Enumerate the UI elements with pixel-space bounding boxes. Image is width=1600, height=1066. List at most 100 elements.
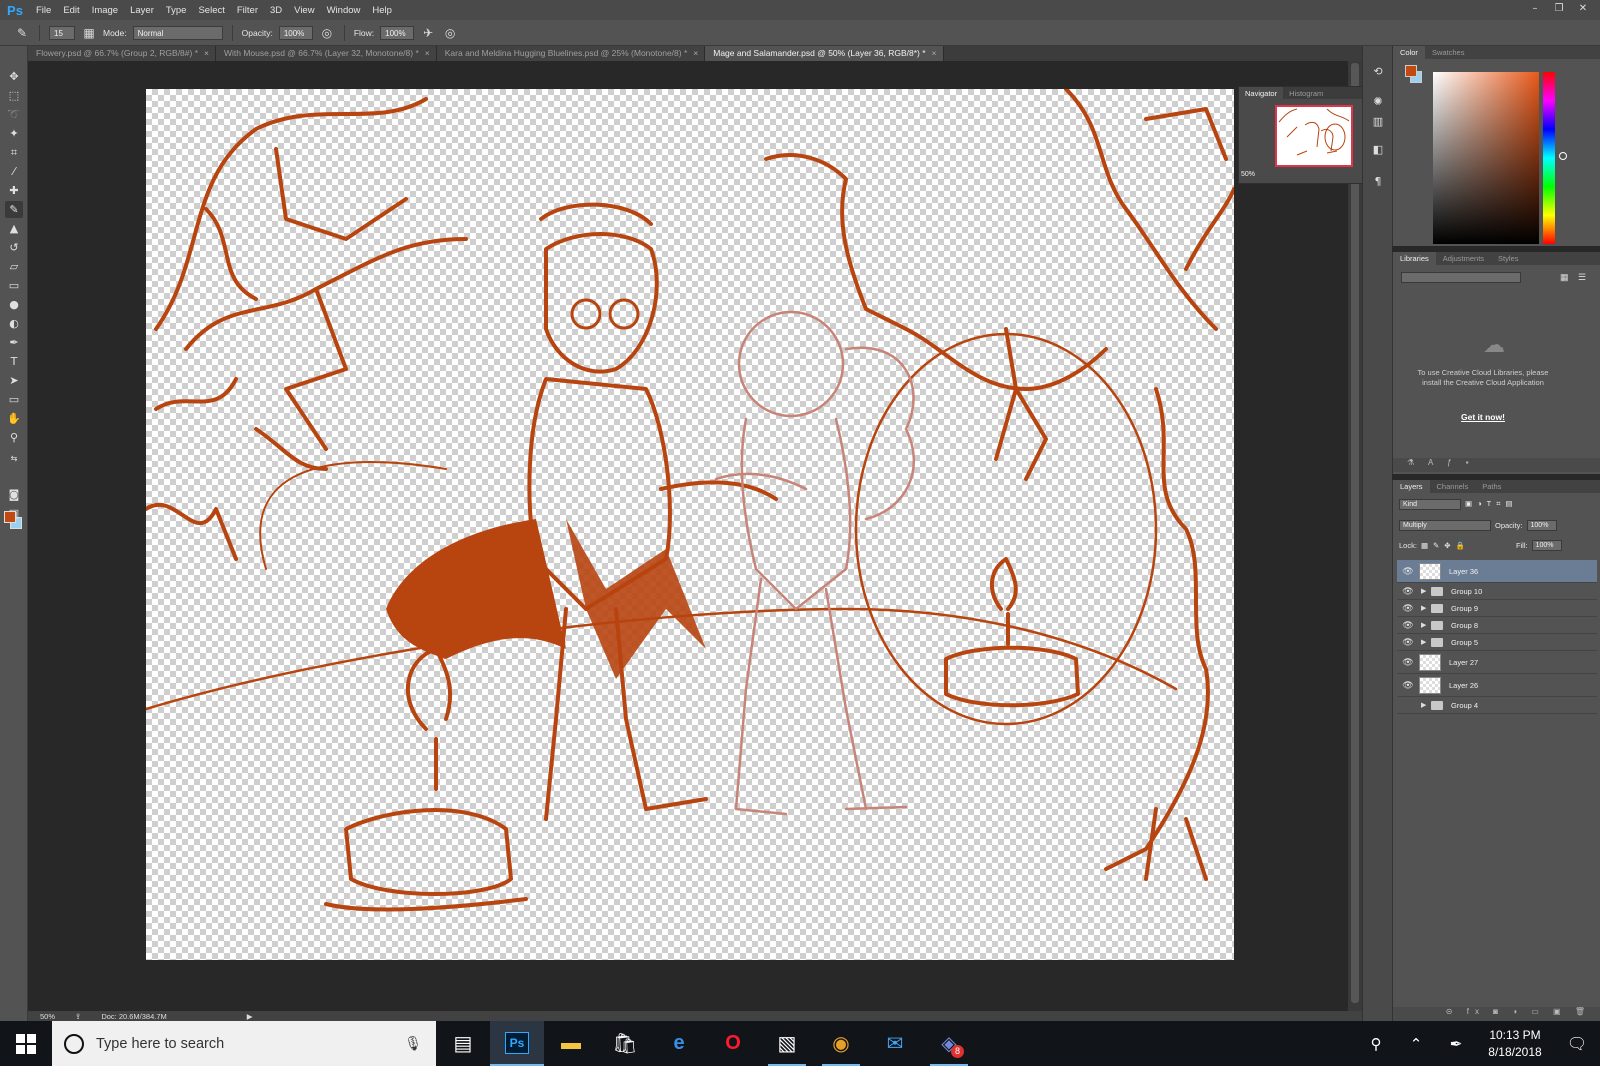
- quick-mask-icon[interactable]: ◙: [5, 486, 23, 503]
- grid-view-icon[interactable]: ▦: [1560, 272, 1570, 282]
- history-panel-icon[interactable]: ⟲: [1370, 64, 1386, 80]
- menu-edit[interactable]: Edit: [57, 5, 85, 16]
- history-brush-tool-icon[interactable]: ↺: [5, 239, 23, 256]
- canvas[interactable]: [146, 89, 1234, 960]
- dodge-tool-icon[interactable]: ◐: [5, 315, 23, 332]
- menu-3d[interactable]: 3D: [264, 5, 288, 16]
- tab-close-icon[interactable]: ×: [204, 48, 209, 58]
- expand-arrow-icon[interactable]: ▶: [1421, 621, 1431, 629]
- layer-name[interactable]: Group 5: [1451, 638, 1478, 647]
- healing-brush-tool-icon[interactable]: ✚: [5, 182, 23, 199]
- layer-filter-kind[interactable]: Kind: [1399, 498, 1461, 510]
- filter-icons[interactable]: ▣◑T⌗▤: [1465, 499, 1518, 509]
- flow-field[interactable]: 100%: [380, 25, 415, 40]
- share-icon[interactable]: ⇪: [75, 1012, 81, 1021]
- layer-row[interactable]: 👁 Layer 26: [1397, 674, 1597, 697]
- brush-settings-icon[interactable]: ✺: [1370, 94, 1386, 110]
- tab-styles[interactable]: Styles: [1491, 252, 1525, 265]
- chrome-icon[interactable]: ◉: [814, 1021, 868, 1066]
- layer-fill-field[interactable]: 100%: [1531, 539, 1562, 551]
- zoom-tool-icon[interactable]: ⚲: [5, 429, 23, 446]
- tab-kara-meldina[interactable]: Kara and Meldina Hugging Bluelines.psd @…: [436, 46, 706, 61]
- brush-tool-preset-icon[interactable]: ✎: [14, 25, 30, 41]
- mode-select[interactable]: Normal: [132, 25, 223, 40]
- libraries-footer-icons[interactable]: ⚗ A ƒ ▪: [1393, 458, 1600, 472]
- foreground-color-swatch[interactable]: [4, 511, 16, 523]
- magic-wand-tool-icon[interactable]: ✦: [5, 125, 23, 142]
- opera-icon[interactable]: O: [706, 1021, 760, 1066]
- layer-name[interactable]: Group 4: [1451, 701, 1478, 710]
- tab-layers[interactable]: Layers: [1393, 480, 1430, 493]
- move-tool-icon[interactable]: ✥: [5, 68, 23, 85]
- layer-row[interactable]: 👁 Layer 36: [1397, 560, 1597, 583]
- layers-footer-icons[interactable]: ⊝ fx ◙ ◑ ▭ ▣ 🗑: [1393, 1007, 1600, 1021]
- photoshop-icon[interactable]: Ps: [490, 1021, 544, 1066]
- tab-close-icon[interactable]: ×: [932, 48, 937, 58]
- list-view-icon[interactable]: ☰: [1578, 272, 1588, 282]
- visibility-eye-icon[interactable]: 👁: [1397, 657, 1419, 668]
- menu-filter[interactable]: Filter: [231, 5, 264, 16]
- pressure-size-icon[interactable]: ◎: [442, 25, 458, 41]
- menu-layer[interactable]: Layer: [124, 5, 160, 16]
- menu-view[interactable]: View: [288, 5, 320, 16]
- gradient-tool-icon[interactable]: ▭: [5, 277, 23, 294]
- blur-tool-icon[interactable]: ●: [5, 296, 23, 313]
- path-selection-tool-icon[interactable]: ➤: [5, 372, 23, 389]
- visibility-eye-icon[interactable]: 👁: [1397, 566, 1419, 577]
- app-icon[interactable]: ▧: [760, 1021, 814, 1066]
- brush-tool-icon[interactable]: ✎: [5, 201, 23, 218]
- navigator-zoom[interactable]: 50%: [1239, 171, 1379, 183]
- pressure-opacity-icon[interactable]: ◎: [319, 25, 335, 41]
- tab-channels[interactable]: Channels: [1430, 480, 1476, 493]
- clone-source-icon[interactable]: ◧: [1370, 142, 1386, 158]
- layer-row[interactable]: 👁 ▶ Group 8: [1397, 617, 1597, 634]
- expand-arrow-icon[interactable]: ▶: [1421, 604, 1431, 612]
- layer-row[interactable]: ▶ Group 4: [1397, 697, 1597, 714]
- eraser-tool-icon[interactable]: ▱: [5, 258, 23, 275]
- marquee-tool-icon[interactable]: ⬚: [5, 87, 23, 104]
- tab-color[interactable]: Color: [1393, 46, 1425, 59]
- layer-name[interactable]: Group 10: [1451, 587, 1482, 596]
- layer-thumbnail[interactable]: [1419, 676, 1441, 694]
- brush-size-picker[interactable]: 15: [49, 25, 75, 40]
- layer-name[interactable]: Layer 27: [1449, 658, 1478, 667]
- layer-thumbnail[interactable]: [1419, 653, 1441, 671]
- action-center-icon[interactable]: 🗨: [1554, 1034, 1600, 1054]
- file-explorer-icon[interactable]: ▬: [544, 1021, 598, 1066]
- expand-arrow-icon[interactable]: ▶: [1421, 638, 1431, 646]
- tab-mage-salamander[interactable]: Mage and Salamander.psd @ 50% (Layer 36,…: [705, 46, 944, 61]
- layer-row[interactable]: 👁 Layer 27: [1397, 651, 1597, 674]
- menu-select[interactable]: Select: [192, 5, 230, 16]
- menu-window[interactable]: Window: [321, 5, 367, 16]
- minimize-icon[interactable]: –: [1526, 2, 1544, 16]
- expand-arrow-icon[interactable]: ▶: [1421, 587, 1431, 595]
- brush-panel-icon[interactable]: ▦: [81, 25, 97, 41]
- zoom-level[interactable]: 50%: [40, 1012, 55, 1021]
- library-select[interactable]: [1401, 272, 1521, 283]
- tab-close-icon[interactable]: ×: [693, 48, 698, 58]
- pen-workspace-icon[interactable]: ✒: [1436, 1035, 1476, 1053]
- restore-icon[interactable]: ❐: [1550, 2, 1568, 16]
- menu-help[interactable]: Help: [366, 5, 398, 16]
- layer-opacity-field[interactable]: 100%: [1526, 519, 1557, 531]
- people-icon[interactable]: ⚲: [1356, 1035, 1396, 1053]
- tab-swatches[interactable]: Swatches: [1425, 46, 1472, 59]
- menu-image[interactable]: Image: [86, 5, 124, 16]
- close-icon[interactable]: ✕: [1574, 2, 1592, 16]
- foreground-color-chip[interactable]: [1405, 65, 1417, 77]
- discord-icon[interactable]: ◈ 8: [922, 1021, 976, 1066]
- visibility-eye-icon[interactable]: 👁: [1397, 620, 1419, 631]
- visibility-eye-icon[interactable]: 👁: [1397, 603, 1419, 614]
- expand-arrow-icon[interactable]: ▶: [1421, 701, 1431, 709]
- visibility-eye-icon[interactable]: 👁: [1397, 680, 1419, 691]
- edge-icon[interactable]: e: [652, 1021, 706, 1066]
- brush-presets-icon[interactable]: ▥: [1370, 114, 1386, 130]
- tab-with-mouse[interactable]: With Mouse.psd @ 66.7% (Layer 32, Monoto…: [215, 46, 437, 61]
- layer-name[interactable]: Group 8: [1451, 621, 1478, 630]
- layer-row[interactable]: 👁 ▶ Group 10: [1397, 583, 1597, 600]
- blend-mode-select[interactable]: Multiply: [1399, 519, 1491, 531]
- visibility-eye-icon[interactable]: 👁: [1397, 637, 1419, 648]
- layer-thumbnail[interactable]: [1419, 562, 1441, 580]
- tab-libraries[interactable]: Libraries: [1393, 252, 1436, 265]
- tab-histogram[interactable]: Histogram: [1283, 87, 1329, 99]
